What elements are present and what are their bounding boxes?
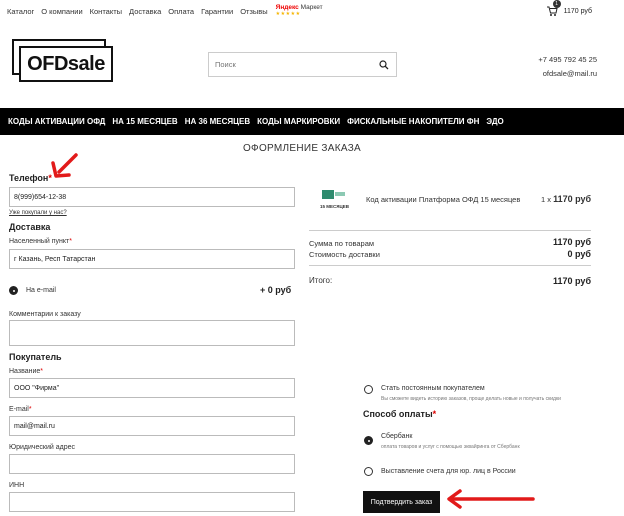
payment-heading-text: Способ оплаты xyxy=(363,409,433,419)
required-mark: * xyxy=(432,409,437,419)
nav-link-guarantees[interactable]: Гарантии xyxy=(201,7,233,16)
comment-label: Комментарии к заказу xyxy=(9,311,81,318)
market-badge-name: Маркет xyxy=(300,4,323,11)
logo-text: OFDsale xyxy=(19,46,113,82)
buyer-heading: Покупатель xyxy=(9,352,62,362)
divider xyxy=(309,265,591,266)
delivery-cost-label: Стоимость доставки xyxy=(309,250,380,259)
company-name-label: Название xyxy=(9,368,41,375)
sum-value: 1170 руб xyxy=(553,237,591,247)
delivery-email-radio[interactable] xyxy=(9,286,18,295)
product-price: 1170 руб xyxy=(553,194,592,204)
payment-sber-radio[interactable] xyxy=(364,436,373,445)
company-name-heading: Название* xyxy=(9,368,43,375)
regular-customer-radio[interactable] xyxy=(364,385,373,394)
required-mark: * xyxy=(40,368,44,375)
phone-heading: Телефон* xyxy=(9,173,52,183)
regular-customer-hint: Вы сможете видеть историю заказов, проще… xyxy=(381,396,561,402)
category-bar: КОДЫ АКТИВАЦИИ ОФД НА 15 МЕСЯЦЕВ НА 36 М… xyxy=(0,108,624,135)
legal-address-label: Юридический адрес xyxy=(9,444,76,451)
product-thumbnail: 15 МЕСЯЦЕВ xyxy=(316,190,350,216)
email-label: E-mail xyxy=(9,406,29,413)
site-logo[interactable]: OFDsale xyxy=(12,39,116,84)
delivery-cost-value: 0 руб xyxy=(567,249,591,259)
red-arrow-icon xyxy=(447,489,535,509)
cart-count-badge: 1 xyxy=(552,0,561,8)
category-edo[interactable]: ЭДО xyxy=(486,117,503,126)
confirm-order-button[interactable]: Подтвердить заказ xyxy=(363,491,440,513)
search-box xyxy=(208,52,397,77)
regular-customer-label: Стать постоянным покупателем xyxy=(381,385,485,392)
search-input[interactable] xyxy=(209,60,372,69)
product-name[interactable]: Код активации Платформа ОФД 15 месяцев xyxy=(366,195,520,204)
product-qty-price: 1 x 1170 руб xyxy=(541,194,591,204)
payment-invoice-radio[interactable] xyxy=(364,467,373,476)
city-label: Населенный пункт xyxy=(9,238,70,245)
required-mark: * xyxy=(28,406,32,413)
market-badge-brand: Яндекс xyxy=(275,4,299,11)
yandex-market-badge[interactable]: Яндекс Маркет ★★★★★ xyxy=(276,4,323,18)
category-15-months[interactable]: НА 15 МЕСЯЦЕВ xyxy=(112,117,177,126)
inn-label: ИНН xyxy=(9,482,25,489)
header-contacts: +7 495 792 45 25 ofdsale@mail.ru xyxy=(538,53,597,81)
delivery-option-label: На e-mail xyxy=(26,287,56,294)
divider xyxy=(309,230,591,231)
rating-stars: ★★★★★ xyxy=(275,11,301,17)
top-nav: Каталог О компании Контакты Доставка Опл… xyxy=(0,0,624,22)
payment-sber-label: Сбербанк xyxy=(381,433,413,440)
city-field[interactable]: г Казань, Респ Татарстан xyxy=(9,249,295,269)
cart-total: 1170 руб xyxy=(563,7,592,15)
phone-field[interactable]: 8(999)654-12-38 xyxy=(9,187,295,207)
delivery-heading: Доставка xyxy=(9,222,51,232)
required-mark: * xyxy=(69,238,72,245)
category-marking-codes[interactable]: КОДЫ МАРКИРОВКИ xyxy=(257,117,340,126)
inn-field[interactable] xyxy=(9,492,295,512)
nav-link-catalog[interactable]: Каталог xyxy=(7,7,34,16)
header-phone[interactable]: +7 495 792 45 25 xyxy=(538,53,597,67)
red-arrow-icon xyxy=(51,153,78,178)
nav-link-payment[interactable]: Оплата xyxy=(168,7,194,16)
phone-label: Телефон xyxy=(9,173,49,183)
search-icon[interactable] xyxy=(372,53,396,76)
cart-icon[interactable]: 1 xyxy=(546,0,561,17)
page-title: ОФОРМЛЕНИЕ ЗАКАЗА xyxy=(242,143,362,154)
nav-link-delivery[interactable]: Доставка xyxy=(129,7,161,16)
nav-link-contacts[interactable]: Контакты xyxy=(90,7,122,16)
nav-link-about[interactable]: О компании xyxy=(41,7,82,16)
payment-sber-hint: оплата товаров и услуг с помощью эквайри… xyxy=(381,444,520,450)
category-ofd-codes[interactable]: КОДЫ АКТИВАЦИИ ОФД xyxy=(8,117,105,126)
total-label: Итого: xyxy=(309,276,333,285)
category-fiscal-drives[interactable]: ФИСКАЛЬНЫЕ НАКОПИТЕЛИ ФН xyxy=(347,117,479,126)
sum-label: Сумма по товарам xyxy=(309,239,375,248)
email-field[interactable]: mail@mail.ru xyxy=(9,416,295,436)
delivery-price: + 0 руб xyxy=(260,285,292,295)
city-heading: Населенный пункт* xyxy=(9,238,72,245)
header-email[interactable]: ofdsale@mail.ru xyxy=(538,67,597,81)
legal-address-field[interactable] xyxy=(9,454,295,474)
payment-invoice-label: Выставление счета для юр. лиц в России xyxy=(381,468,516,475)
company-name-field[interactable]: ООО "Фирма" xyxy=(9,378,295,398)
payment-heading: Способ оплаты* xyxy=(363,409,436,419)
product-qty: 1 x xyxy=(541,195,552,204)
email-heading: E-mail* xyxy=(9,406,32,413)
already-bought-link[interactable]: Уже покупали у нас? xyxy=(9,210,67,216)
total-value: 1170 руб xyxy=(553,276,591,286)
nav-link-reviews[interactable]: Отзывы xyxy=(240,7,267,16)
cart-widget[interactable]: 1 1170 руб xyxy=(546,0,592,17)
comment-textarea[interactable] xyxy=(9,320,295,346)
product-badge: 15 МЕСЯЦЕВ xyxy=(320,204,350,209)
category-36-months[interactable]: НА 36 МЕСЯЦЕВ xyxy=(185,117,250,126)
